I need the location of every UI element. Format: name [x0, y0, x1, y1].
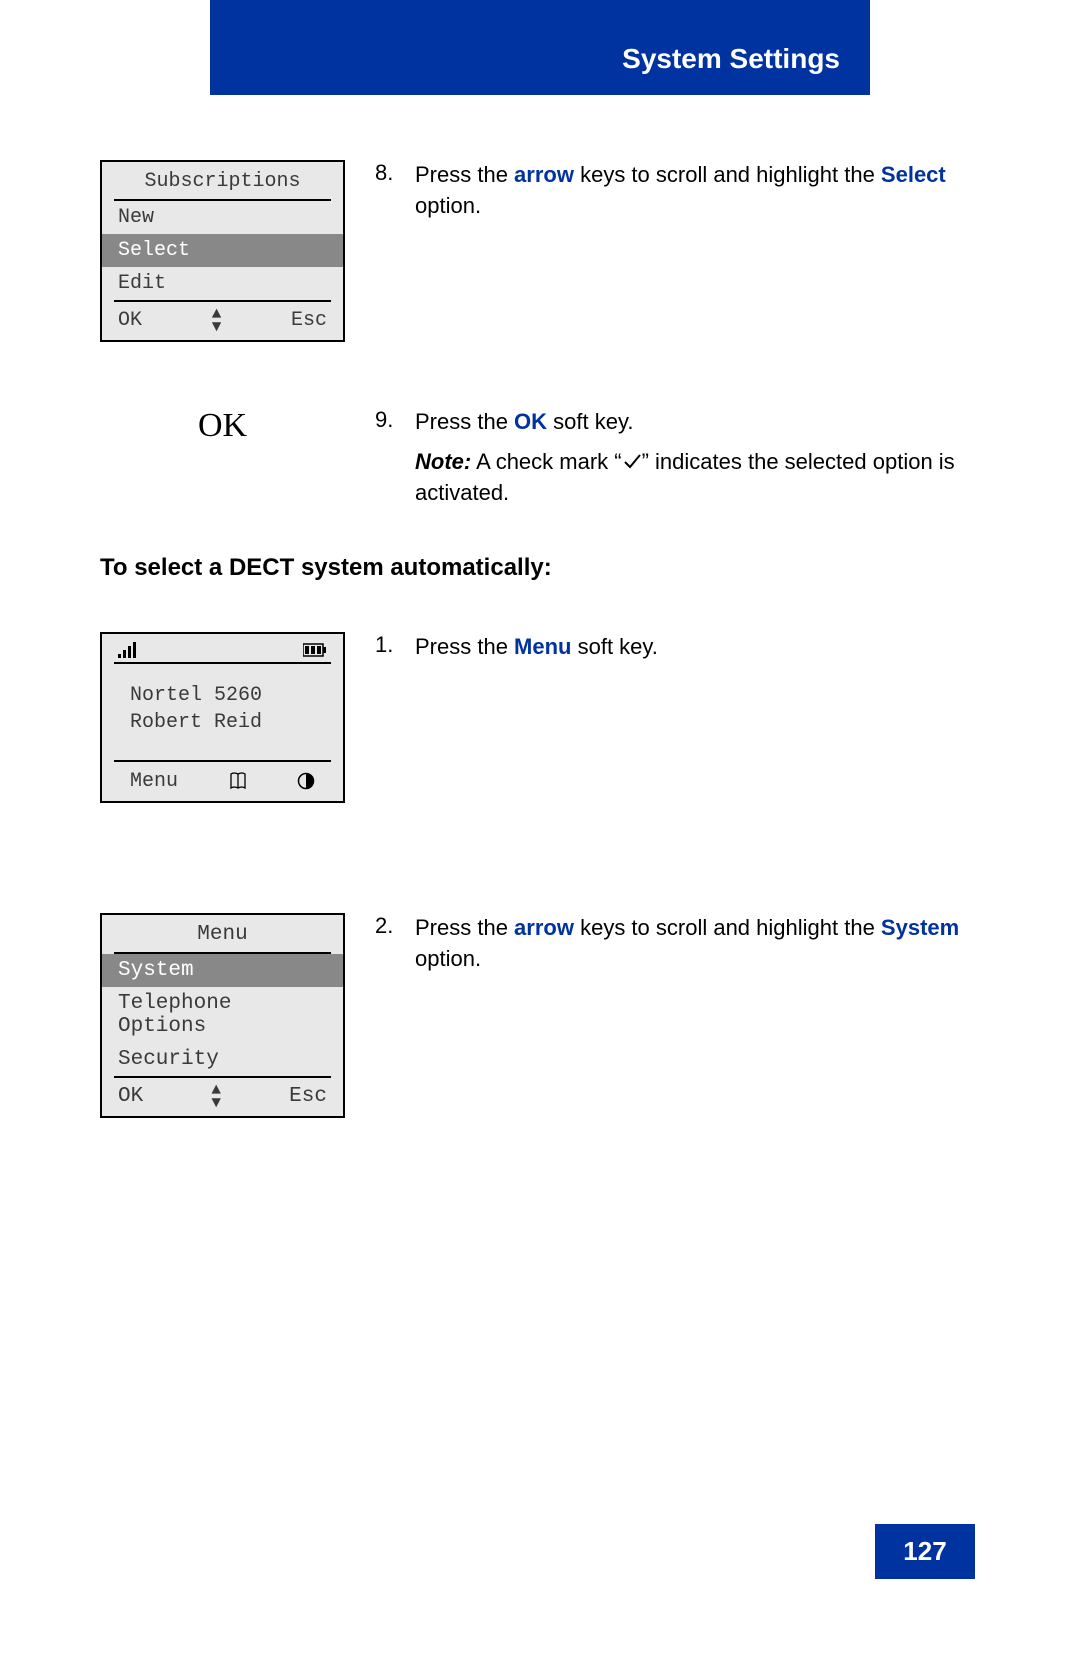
- keyword-arrow: arrow: [514, 162, 574, 187]
- screen-idle: Nortel 5260 Robert Reid Menu: [100, 632, 345, 803]
- book-icon: [229, 771, 247, 791]
- keyword-ok: OK: [514, 409, 547, 434]
- list-item-selected: System: [102, 954, 343, 987]
- step-9-note: Note: A check mark “” indicates the sele…: [375, 447, 980, 509]
- step-number: 2.: [375, 913, 415, 939]
- list-item: Security: [102, 1043, 343, 1076]
- step-text: Press the OK soft key.: [415, 407, 980, 438]
- check-icon: [622, 451, 642, 471]
- updown-arrows-icon: ▲▼: [211, 1084, 221, 1110]
- screen-menu-wrap: Menu System Telephone Options Security O…: [100, 913, 345, 1118]
- screen-subscriptions-wrap: Subscriptions New Select Edit OK ▲▼ Esc: [100, 160, 345, 342]
- softkey-left: OK: [118, 1085, 143, 1108]
- step-number: 9.: [375, 407, 415, 433]
- step-1-row: Nortel 5260 Robert Reid Menu 1.: [100, 632, 980, 803]
- ok-big-label: OK: [198, 407, 247, 445]
- screen-idle-wrap: Nortel 5260 Robert Reid Menu: [100, 632, 345, 803]
- softkey-left: OK: [118, 309, 142, 332]
- note-label: Note:: [415, 449, 471, 474]
- step-text: Press the Menu soft key.: [415, 632, 980, 663]
- page-number: 127: [875, 1524, 975, 1579]
- screen-list: New Select Edit: [102, 201, 343, 300]
- idle-topbar: [102, 634, 343, 662]
- step-9-row: OK 9. Press the OK soft key. Note: A che…: [100, 407, 980, 519]
- screen-softbar: OK ▲▼ Esc: [114, 1076, 331, 1116]
- softkey-right: Esc: [289, 1085, 327, 1108]
- keyword-select: Select: [881, 162, 946, 187]
- idle-line1: Nortel 5260: [130, 682, 315, 709]
- step-8-row: Subscriptions New Select Edit OK ▲▼ Esc …: [100, 160, 980, 342]
- step-text: Press the arrow keys to scroll and highl…: [415, 160, 980, 222]
- signal-icon: [118, 642, 138, 658]
- keyword-menu: Menu: [514, 634, 571, 659]
- section-heading: To select a DECT system automatically:: [100, 554, 980, 582]
- step-number: 8.: [375, 160, 415, 186]
- updown-arrows-icon: ▲▼: [212, 308, 222, 334]
- screen-list: System Telephone Options Security: [102, 954, 343, 1076]
- page-content: Subscriptions New Select Edit OK ▲▼ Esc …: [100, 160, 980, 1183]
- step-9: 9. Press the OK soft key.: [375, 407, 980, 438]
- page-header: System Settings: [210, 0, 870, 95]
- battery-icon: [303, 643, 327, 657]
- screen-title: Subscriptions: [114, 162, 331, 201]
- step-2: 2. Press the arrow keys to scroll and hi…: [375, 913, 980, 975]
- step-number: 1.: [375, 632, 415, 658]
- screen-subscriptions: Subscriptions New Select Edit OK ▲▼ Esc: [100, 160, 345, 342]
- screen-menu: Menu System Telephone Options Security O…: [100, 913, 345, 1118]
- step-text: Press the arrow keys to scroll and highl…: [415, 913, 980, 975]
- idle-body: Nortel 5260 Robert Reid: [102, 664, 343, 760]
- screen-softbar: OK ▲▼ Esc: [114, 300, 331, 340]
- list-item: Edit: [102, 267, 343, 300]
- step-8: 8. Press the arrow keys to scroll and hi…: [375, 160, 980, 222]
- contrast-icon: [297, 772, 315, 790]
- list-item-selected: Select: [102, 234, 343, 267]
- keyword-system: System: [881, 915, 959, 940]
- page-header-title: System Settings: [622, 43, 840, 75]
- idle-line2: Robert Reid: [130, 709, 315, 736]
- idle-softbar: Menu: [114, 760, 331, 801]
- note-text: Note: A check mark “” indicates the sele…: [415, 447, 980, 509]
- list-item: New: [102, 201, 343, 234]
- step-2-row: Menu System Telephone Options Security O…: [100, 913, 980, 1118]
- list-item: Telephone Options: [102, 987, 343, 1043]
- ok-label-wrap: OK: [100, 407, 345, 445]
- step-1: 1. Press the Menu soft key.: [375, 632, 980, 663]
- softkey-right: Esc: [291, 309, 327, 332]
- softkey-left: Menu: [130, 770, 178, 793]
- screen-title: Menu: [114, 915, 331, 954]
- keyword-arrow: arrow: [514, 915, 574, 940]
